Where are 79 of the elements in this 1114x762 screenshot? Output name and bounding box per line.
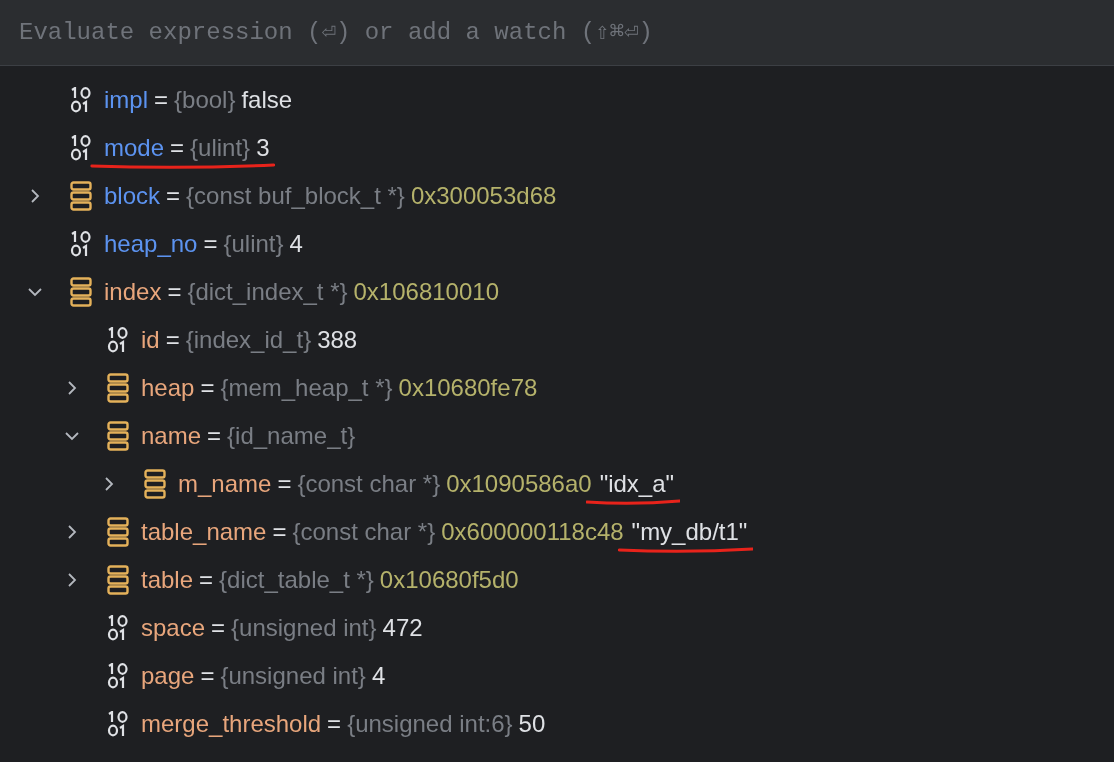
variable-name: name — [141, 422, 202, 450]
equals-sign: = — [203, 230, 218, 258]
address-text: 0x10680fe78 — [398, 374, 538, 402]
type-label: {mem_heap_t *} — [220, 374, 393, 402]
variable-name: merge_threshold — [141, 710, 322, 738]
string-value: "my_db/t1" — [631, 518, 748, 546]
struct-icon — [107, 421, 129, 451]
binary-icon — [107, 615, 129, 641]
value-text: false — [241, 86, 293, 114]
chevron-right-icon[interactable] — [102, 477, 116, 491]
binary-icon — [107, 327, 129, 353]
address-text: 0x106810010 — [353, 278, 499, 306]
variable-name: table — [141, 566, 194, 594]
chevron-right-icon[interactable] — [28, 189, 42, 203]
address-text: 0x10680f5d0 — [379, 566, 519, 594]
binary-icon — [107, 663, 129, 689]
string-value: "idx_a" — [599, 470, 675, 498]
variable-name: block — [104, 182, 161, 210]
type-label: {unsigned int} — [220, 662, 366, 690]
binary-icon — [70, 135, 92, 161]
equals-sign: = — [272, 518, 287, 546]
equals-sign: = — [327, 710, 342, 738]
binary-icon — [70, 231, 92, 257]
type-label: {const char *} — [292, 518, 436, 546]
equals-sign: = — [200, 374, 215, 402]
equals-sign: = — [166, 182, 181, 210]
chevron-right-icon[interactable] — [65, 525, 79, 539]
equals-sign: = — [170, 134, 185, 162]
value-text: 4 — [371, 662, 386, 690]
variable-name: heap — [141, 374, 195, 402]
equals-sign: = — [199, 566, 214, 594]
equals-sign: = — [167, 278, 182, 306]
equals-sign: = — [207, 422, 222, 450]
equals-sign: = — [165, 326, 180, 354]
value-text: 472 — [382, 614, 423, 642]
value-text: 388 — [317, 326, 358, 354]
type-label: {const buf_block_t *} — [186, 182, 405, 210]
type-label: {unsigned int:6} — [347, 710, 513, 738]
address-text: 0x1090586a0 — [446, 470, 592, 498]
value-text: 50 — [518, 710, 546, 738]
equals-sign: = — [277, 470, 292, 498]
type-label: {index_id_t} — [185, 326, 312, 354]
struct-icon — [144, 469, 166, 499]
equals-sign: = — [211, 614, 226, 642]
type-label: {dict_table_t *} — [219, 566, 374, 594]
chevron-right-icon[interactable] — [65, 381, 79, 395]
chevron-down-icon[interactable] — [65, 429, 79, 443]
struct-icon — [70, 277, 92, 307]
struct-icon — [107, 373, 129, 403]
evaluate-expression-field[interactable]: Evaluate expression (⏎) or add a watch (⇧⌘⏎) — [0, 0, 1114, 65]
variable-name: impl — [104, 86, 148, 114]
chevron-right-icon[interactable] — [65, 573, 79, 587]
type-label: {ulint} — [223, 230, 284, 258]
address-text: 0x300053d68 — [410, 182, 557, 210]
value-text: 4 — [289, 230, 303, 258]
variable-name: id — [141, 326, 160, 354]
variable-name: heap_no — [104, 230, 198, 258]
type-label: {ulint} — [190, 134, 251, 162]
struct-icon — [107, 565, 129, 595]
variable-name: page — [141, 662, 195, 690]
variable-name: index — [104, 278, 162, 306]
binary-icon — [107, 711, 129, 737]
value-text: 3 — [256, 134, 270, 162]
variable-name: table_name — [141, 518, 267, 546]
chevron-down-icon[interactable] — [28, 285, 42, 299]
equals-sign: = — [200, 662, 215, 690]
type-label: {dict_index_t *} — [187, 278, 348, 306]
struct-icon — [107, 517, 129, 547]
variable-name: space — [141, 614, 206, 642]
address-text: 0x600000118c48 — [441, 518, 624, 546]
binary-icon — [70, 87, 92, 113]
type-label: {id_name_t} — [227, 422, 356, 450]
variable-name: mode — [104, 134, 165, 162]
equals-sign: = — [154, 86, 169, 114]
type-label: {unsigned int} — [231, 614, 377, 642]
variable-name: m_name — [178, 470, 272, 498]
type-label: {bool} — [174, 86, 236, 114]
type-label: {const char *} — [297, 470, 441, 498]
struct-icon — [70, 181, 92, 211]
